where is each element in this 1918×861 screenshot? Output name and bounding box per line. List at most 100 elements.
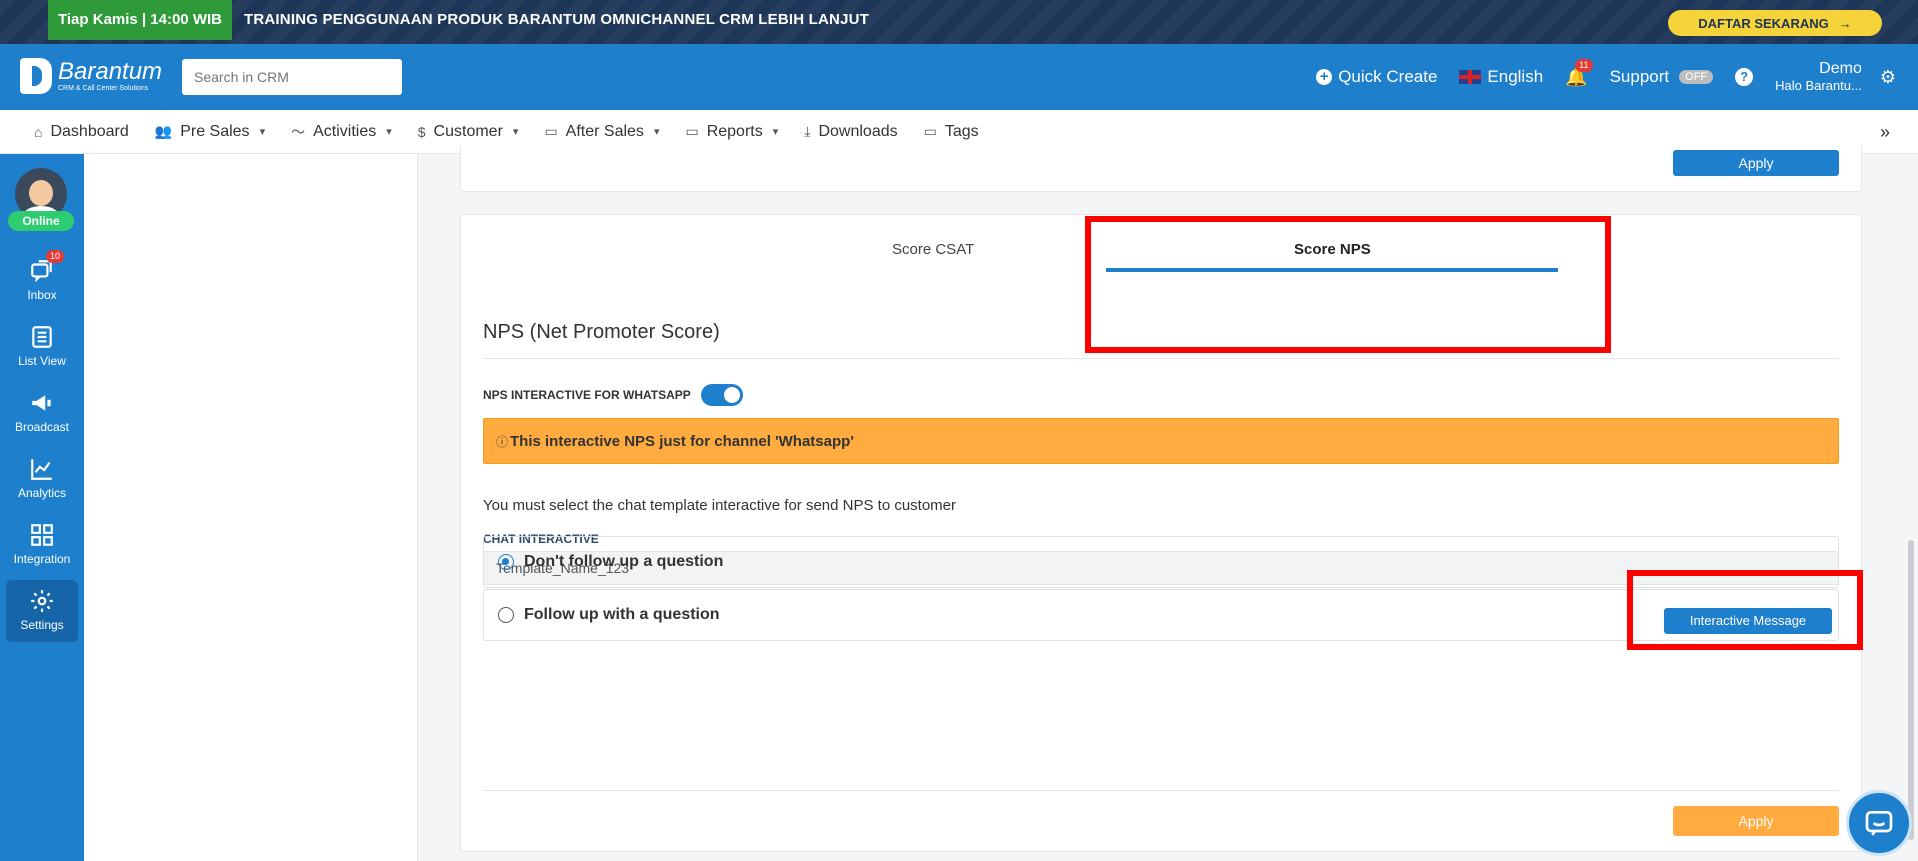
inbox-badge: 10 <box>46 250 65 263</box>
barantum-logo-icon <box>20 58 52 94</box>
whatsapp-warning-alert: ⓘ This interactive NPS just for channel … <box>483 418 1839 464</box>
folder-icon: ▭ <box>923 123 937 139</box>
dollar-icon: $ <box>417 123 426 140</box>
promo-text: TRAINING PENGGUNAAN PRODUK BARANTUM OMNI… <box>244 11 870 28</box>
highlight-score-nps-tab <box>1085 216 1611 353</box>
language-selector[interactable]: English <box>1459 67 1543 87</box>
nav-label: Reports <box>706 122 763 140</box>
double-chevron-right-icon[interactable]: » <box>1880 122 1890 143</box>
user-name: Demo <box>1819 60 1862 77</box>
option-label: Follow up with a question <box>524 606 720 623</box>
quick-create-button[interactable]: + Quick Create <box>1316 67 1437 87</box>
chat-support-button[interactable] <box>1846 790 1912 856</box>
support-state-badge: OFF <box>1679 70 1714 84</box>
nav-after-sales[interactable]: ▭ After Sales ▾ <box>544 123 659 141</box>
activity-icon: 〜 <box>291 123 306 140</box>
sidebar-item-inbox[interactable]: 10 Inbox <box>6 250 78 312</box>
warning-text: This interactive NPS just for channel 'W… <box>510 432 854 450</box>
nav-label: Customer <box>433 122 503 140</box>
chat-bubble-icon <box>1865 811 1893 836</box>
brand-logo[interactable]: Barantum CRM & Call Center Solutions <box>20 58 162 94</box>
nav-customer[interactable]: $ Customer ▾ <box>418 123 519 141</box>
tab-score-csat[interactable]: Score CSAT <box>892 241 974 258</box>
sidebar-item-integration[interactable]: Integration <box>6 514 78 576</box>
nav-activities[interactable]: 〜 Activities ▾ <box>291 122 392 142</box>
nps-whatsapp-toggle-label: NPS INTERACTIVE FOR WHATSAPP <box>483 388 691 402</box>
folder-icon: ▭ <box>685 123 699 139</box>
register-button[interactable]: DAFTAR SEKARANG → <box>1668 10 1882 36</box>
download-icon: ⤓ <box>804 123 811 139</box>
support-label: Support <box>1609 67 1670 86</box>
chevron-down-icon: ▾ <box>259 126 266 138</box>
brand-name: Barantum <box>58 57 163 85</box>
sidebar-item-label: Analytics <box>17 486 67 500</box>
sidebar-item-label: Integration <box>13 552 71 566</box>
nav-tags[interactable]: ▭ Tags <box>924 123 979 141</box>
status-badge[interactable]: Online <box>8 211 74 231</box>
nav-label: Pre Sales <box>180 122 250 140</box>
chevron-down-icon: ▾ <box>772 126 779 138</box>
user-subtitle: Halo Barantu... <box>1775 78 1862 93</box>
chevron-down-icon: ▾ <box>386 126 392 138</box>
grid-icon <box>31 524 53 546</box>
list-icon <box>32 326 52 348</box>
megaphone-icon <box>32 395 51 411</box>
sidebar-item-label: Inbox <box>27 288 57 302</box>
divider <box>483 790 1839 791</box>
settings-left-panel <box>84 154 418 861</box>
template-instruction: You must select the chat template intera… <box>483 497 957 514</box>
apply-button[interactable]: Apply <box>1673 806 1839 836</box>
previous-settings-card: Apply <box>460 146 1862 192</box>
quick-create-label: Quick Create <box>1338 67 1438 86</box>
option-label: Don't follow up a question <box>524 553 724 570</box>
plus-circle-icon: + <box>1316 69 1333 85</box>
gear-icon[interactable]: ⚙ <box>1880 67 1896 88</box>
question-icon: ? <box>1735 68 1754 86</box>
sidebar: Online 10 Inbox List View Broadcast Anal… <box>0 154 84 861</box>
notifications-button[interactable]: 🔔 11 <box>1565 58 1593 88</box>
radio-selected[interactable] <box>498 554 514 570</box>
sidebar-item-list-view[interactable]: List View <box>6 316 78 378</box>
nav-label: Activities <box>313 122 377 140</box>
sidebar-item-settings[interactable]: Settings <box>6 580 78 642</box>
nav-label: Dashboard <box>50 122 129 140</box>
register-button-label: DAFTAR SEKARANG <box>1698 15 1829 31</box>
nav-label: Downloads <box>818 122 898 140</box>
sidebar-item-analytics[interactable]: Analytics <box>6 448 78 510</box>
home-icon: ⌂ <box>34 123 43 140</box>
brand-tagline: CRM & Call Center Solutions <box>58 84 149 92</box>
nav-reports[interactable]: ▭ Reports ▾ <box>685 123 778 141</box>
users-icon: 👥 <box>154 123 173 139</box>
apply-button[interactable]: Apply <box>1673 150 1839 176</box>
chart-line-icon <box>31 459 52 480</box>
search-input[interactable] <box>182 59 402 95</box>
radio-unselected[interactable] <box>498 607 514 623</box>
folder-icon: ▭ <box>544 123 558 139</box>
section-title: NPS (Net Promoter Score) <box>483 321 720 343</box>
highlight-interactive-message-button <box>1627 570 1863 650</box>
scrollbar[interactable] <box>1908 540 1914 840</box>
notification-badge: 11 <box>1575 58 1593 72</box>
chevron-down-icon: ▾ <box>653 126 660 138</box>
help-button[interactable]: ? <box>1735 68 1754 86</box>
sidebar-item-broadcast[interactable]: Broadcast <box>6 382 78 444</box>
nav-downloads[interactable]: ⤓ Downloads <box>804 123 897 141</box>
promo-date: Tiap Kamis | 14:00 WIB <box>48 0 232 40</box>
divider <box>483 358 1839 359</box>
support-toggle[interactable]: Support OFF <box>1610 67 1714 87</box>
uk-flag-icon <box>1459 70 1482 84</box>
nav-label: Tags <box>944 122 979 140</box>
info-icon: ⓘ <box>496 434 509 449</box>
arrow-right-icon: → <box>1838 15 1852 31</box>
sidebar-item-label: Settings <box>20 618 64 632</box>
user-menu[interactable]: Demo Halo Barantu... <box>1775 60 1862 94</box>
nav-pre-sales[interactable]: 👥 Pre Sales ▾ <box>155 123 265 141</box>
sidebar-item-label: List View <box>18 354 66 368</box>
promo-banner: Tiap Kamis | 14:00 WIB TRAINING PENGGUNA… <box>0 0 1918 44</box>
sidebar-item-label: Broadcast <box>14 420 70 434</box>
gear-icon <box>31 590 53 612</box>
chevron-down-icon: ▾ <box>512 126 519 138</box>
nav-dashboard[interactable]: ⌂ Dashboard <box>34 123 129 141</box>
nps-whatsapp-toggle[interactable] <box>701 384 743 406</box>
language-label: English <box>1487 67 1544 86</box>
